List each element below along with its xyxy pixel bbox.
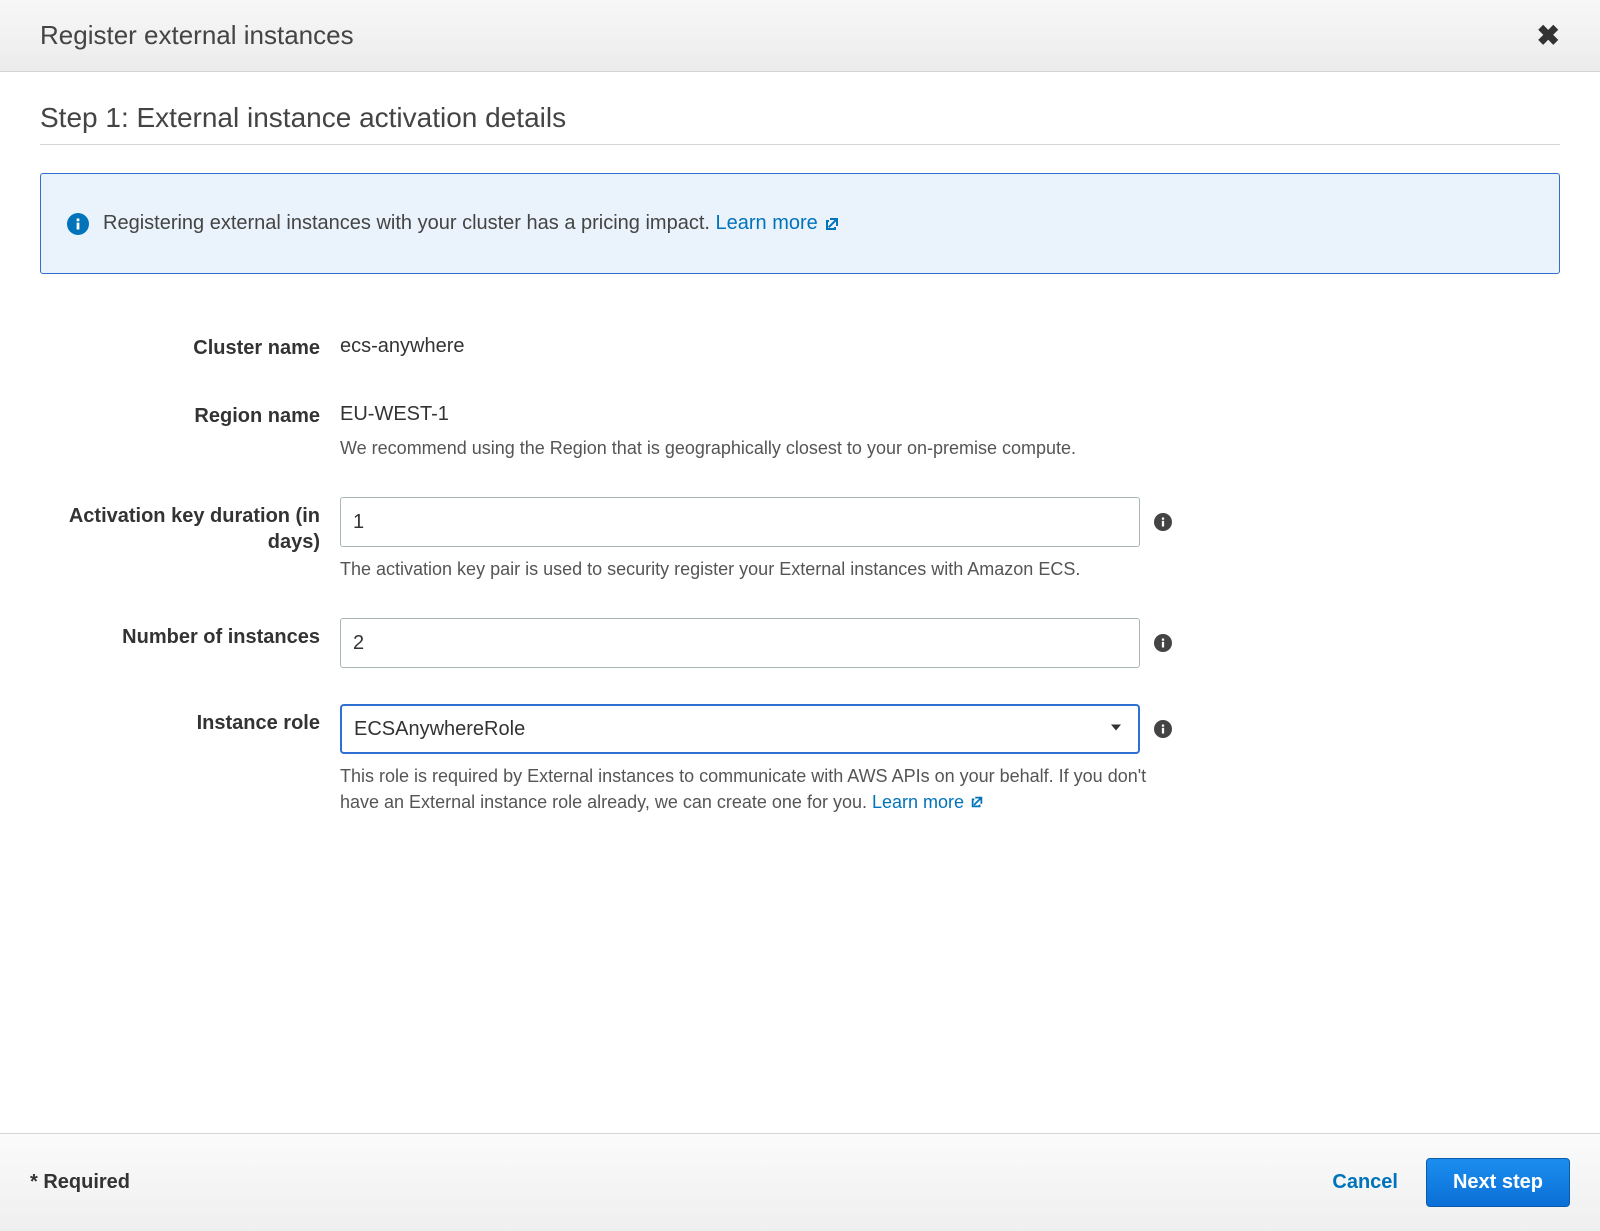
instance-role-learn-more-link[interactable]: Learn more [872,790,984,815]
instance-role-helper-text: This role is required by External instan… [340,766,1146,811]
region-name-value: EU-WEST-1 [340,397,1240,426]
modal-title: Register external instances [40,20,354,51]
value-col-activation: The activation key pair is used to secur… [340,497,1240,582]
modal-header: Register external instances ✖ [0,0,1600,72]
label-instance-role: Instance role [40,704,340,814]
value-col-region: EU-WEST-1 We recommend using the Region … [340,397,1240,461]
modal-content: Step 1: External instance activation det… [0,72,1600,991]
row-cluster-name: Cluster name ecs-anywhere [40,329,1560,361]
instance-role-learn-more-label: Learn more [872,790,964,815]
cancel-button[interactable]: Cancel [1332,1171,1398,1194]
next-step-button[interactable]: Next step [1426,1158,1570,1207]
label-activation-duration: Activation key duration (in days) [40,497,340,582]
info-icon[interactable] [1154,513,1172,531]
label-cluster-name: Cluster name [40,329,340,361]
label-region-name: Region name [40,397,340,461]
pricing-info-message: Registering external instances with your… [103,212,710,234]
label-number-of-instances: Number of instances [40,618,340,668]
required-note: * Required [30,1171,130,1194]
value-col-instances [340,618,1240,668]
pricing-info-banner: Registering external instances with your… [40,173,1560,274]
modal-footer: * Required Cancel Next step [0,1133,1600,1231]
value-col-cluster: ecs-anywhere [340,329,1240,361]
instance-role-select[interactable]: ECSAnywhereRole [340,704,1140,754]
instance-role-helper: This role is required by External instan… [340,764,1160,814]
close-icon[interactable]: ✖ [1537,22,1560,50]
pricing-info-text: Registering external instances with your… [103,212,840,235]
footer-actions: Cancel Next step [1332,1158,1570,1207]
info-icon[interactable] [1154,720,1172,738]
info-icon[interactable] [1154,634,1172,652]
value-col-role: ECSAnywhereRole This role is required by… [340,704,1240,814]
pricing-learn-more-label: Learn more [716,212,818,235]
row-region-name: Region name EU-WEST-1 We recommend using… [40,397,1560,461]
cluster-name-value: ecs-anywhere [340,329,1240,358]
step-title: Step 1: External instance activation det… [40,102,1560,145]
info-icon [67,213,89,235]
number-of-instances-input[interactable] [340,618,1140,668]
row-activation-duration: Activation key duration (in days) The ac… [40,497,1560,582]
external-link-icon [824,216,840,232]
row-number-of-instances: Number of instances [40,618,1560,668]
row-instance-role: Instance role ECSAnywhereRole This role … [40,704,1560,814]
pricing-learn-more-link[interactable]: Learn more [716,212,840,235]
activation-helper-text: The activation key pair is used to secur… [340,557,1160,582]
external-link-icon [970,795,984,809]
region-helper-text: We recommend using the Region that is ge… [340,436,1160,461]
activation-duration-input[interactable] [340,497,1140,547]
